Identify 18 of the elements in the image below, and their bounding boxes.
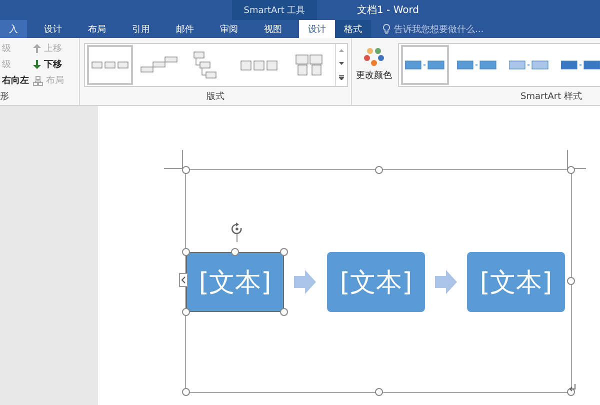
window-title: 文档1 - Word <box>357 4 420 17</box>
ribbon-tab[interactable]: 视图 <box>255 20 291 38</box>
ribbon-command[interactable]: 右向左 <box>2 74 29 87</box>
change-colors-button[interactable]: 更改颜色 <box>354 47 394 82</box>
ribbon-command[interactable]: 下移 <box>33 58 64 71</box>
ribbon-tab[interactable]: 设计 <box>35 20 71 38</box>
ribbon-tab[interactable]: 审阅 <box>211 20 247 38</box>
tell-me-field[interactable]: 告诉我您想要做什么... <box>394 22 484 36</box>
ribbon-tab[interactable]: 布局 <box>79 20 115 38</box>
ribbon-tab[interactable]: 设计 <box>299 20 335 38</box>
ribbon-tab[interactable]: 格式 <box>335 20 371 38</box>
group-label: 形 <box>0 91 10 104</box>
group-label: 版式 <box>206 91 226 104</box>
group-label: SmartArt 样式 <box>520 91 583 104</box>
ribbon-tab[interactable]: 引用 <box>123 20 159 38</box>
ribbon-tab[interactable]: 邮件 <box>167 20 203 38</box>
ribbon-tab[interactable]: 入 <box>0 20 27 38</box>
context-tools-label: SmartArt 工具 <box>244 4 306 16</box>
